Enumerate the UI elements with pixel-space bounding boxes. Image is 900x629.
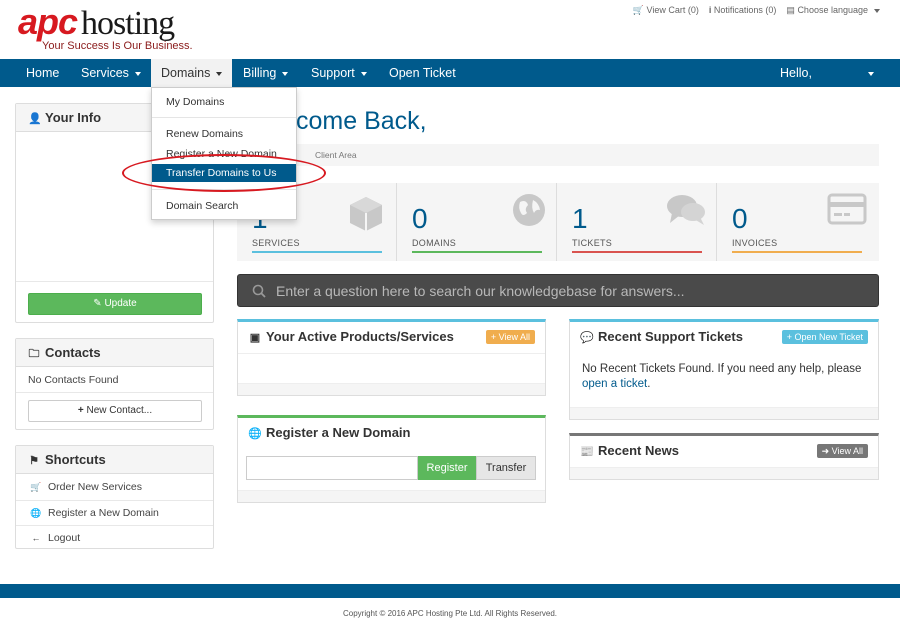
search-icon: [252, 284, 266, 298]
shortcuts-header: ⚑ Shortcuts: [16, 446, 213, 474]
logo[interactable]: apc hosting Your Success Is Our Business.: [18, 2, 218, 54]
tickets-label: TICKETS: [572, 238, 613, 248]
main-navbar: Home Services Domains Billing Support Op…: [0, 59, 900, 87]
invoices-count: 0: [732, 203, 748, 234]
chevron-down-icon: [360, 71, 367, 76]
newspaper-icon: 📰: [580, 446, 594, 458]
highlight-circle-annotation: [122, 154, 326, 192]
logo-tagline: Your Success Is Our Business.: [42, 40, 193, 52]
pencil-icon: ✎: [93, 298, 102, 309]
view-all-products-button[interactable]: + View All: [485, 330, 535, 344]
plus-icon: +: [77, 405, 84, 416]
top-links: 🛒 View Cart (0) i Notifications (0) ▤ Ch…: [633, 5, 880, 16]
breadcrumb: Client Area: [237, 144, 879, 166]
open-new-ticket-button[interactable]: + Open New Ticket: [781, 330, 868, 344]
footer-copyright: Copyright © 2016 APC Hosting Pte Ltd. Al…: [342, 609, 557, 618]
update-button[interactable]: ✎ Update: [28, 293, 202, 315]
cart-icon: 🛒: [632, 5, 644, 15]
new-contact-button[interactable]: + New Contact...: [28, 400, 202, 422]
globe-icon: 🌐: [248, 428, 262, 440]
menu-my-domains[interactable]: My Domains: [152, 93, 296, 111]
nav-home[interactable]: Home: [16, 59, 69, 87]
plus-icon: +: [786, 332, 792, 342]
page-title: come Back,: [296, 107, 427, 135]
nav-support[interactable]: Support: [301, 59, 377, 87]
shortcuts-panel: ⚑ Shortcuts 🛒 Order New Services 🌐 Register…: [15, 445, 214, 549]
cart-icon: 🛒: [30, 482, 42, 492]
domains-tile[interactable]: 0 DOMAINS: [397, 183, 557, 261]
logo-brand: apc: [18, 1, 78, 42]
recent-news-panel: 📰 Recent News ➜ View All: [569, 433, 879, 480]
nav-user-menu[interactable]: Hello,: [770, 59, 884, 87]
shortcut-logout[interactable]: ← Logout: [16, 525, 213, 550]
domain-input[interactable]: [246, 456, 418, 480]
stats-tiles: 1 SERVICES 0 DOMAINS 1 TICKETS 0 INVOIC: [237, 183, 879, 261]
language-icon: ▤: [786, 5, 795, 15]
notifications-link[interactable]: i Notifications (0): [709, 5, 777, 16]
arrow-left-icon: ←: [31, 533, 41, 543]
no-contacts-text: No Contacts Found: [28, 374, 119, 386]
support-tickets-header: 💬 Recent Support Tickets + Open New Ticke…: [570, 322, 878, 354]
comments-icon: 💬: [580, 332, 594, 344]
nav-domains[interactable]: Domains: [151, 59, 232, 87]
comments-icon: [667, 195, 705, 225]
recent-news-header: 📰 Recent News ➜ View All: [570, 436, 878, 468]
domains-bar: [412, 251, 542, 253]
register-domain-header: 🌐 Register a New Domain: [238, 418, 545, 450]
active-products-header: ▣ Your Active Products/Services + View Al…: [238, 322, 545, 354]
folder-icon: 🗀: [28, 348, 40, 360]
contacts-header: 🗀 Contacts: [16, 339, 213, 367]
choose-language-link[interactable]: ▤ Choose language: [786, 5, 880, 16]
shortcut-register-domain[interactable]: 🌐 Register a New Domain: [16, 500, 213, 525]
services-bar: [252, 251, 382, 253]
menu-domain-search[interactable]: Domain Search: [152, 197, 296, 215]
transfer-button[interactable]: Transfer: [476, 456, 536, 480]
cube-icon: [350, 197, 382, 231]
no-tickets-text: No Recent Tickets Found. If you need any…: [582, 363, 862, 390]
credit-card-icon: [827, 193, 867, 225]
contacts-panel: 🗀 Contacts No Contacts Found + New Contac…: [15, 338, 214, 430]
invoices-bar: [732, 251, 862, 253]
view-all-news-button[interactable]: ➜ View All: [816, 444, 868, 458]
breadcrumb-client-area: Client Area: [315, 150, 357, 160]
register-button[interactable]: Register: [418, 456, 476, 480]
shortcut-order-new-services[interactable]: 🛒 Order New Services: [16, 475, 213, 500]
open-ticket-link[interactable]: open a ticket: [582, 378, 647, 390]
invoices-tile[interactable]: 0 INVOICES: [717, 183, 877, 261]
view-cart-link[interactable]: 🛒 View Cart (0): [633, 5, 699, 16]
chevron-down-icon: [216, 71, 223, 76]
support-tickets-panel: 💬 Recent Support Tickets + Open New Ticke…: [569, 319, 879, 420]
nav-services[interactable]: Services: [71, 59, 151, 87]
globe-icon: [513, 194, 545, 226]
active-products-panel: ▣ Your Active Products/Services + View Al…: [237, 319, 546, 396]
knowledgebase-search-input[interactable]: [274, 279, 864, 303]
bookmark-icon: ⚑: [29, 455, 39, 467]
chevron-down-icon: [867, 71, 874, 76]
chevron-down-icon: [134, 71, 141, 76]
register-domain-panel: 🌐 Register a New Domain Register Transfer: [237, 415, 546, 503]
chevron-down-icon: [282, 71, 289, 76]
tickets-bar: [572, 251, 702, 253]
tickets-count: 1: [572, 203, 588, 234]
arrow-right-icon: ➜: [821, 446, 830, 456]
cube-icon: ▣: [249, 332, 261, 344]
domains-label: DOMAINS: [412, 238, 457, 248]
services-label: SERVICES: [252, 238, 300, 248]
domains-count: 0: [412, 203, 428, 234]
user-icon: 👤: [28, 113, 42, 125]
nav-billing[interactable]: Billing: [233, 59, 298, 87]
footer-bar: [0, 584, 900, 598]
info-icon: i: [708, 5, 712, 15]
nav-open-ticket[interactable]: Open Ticket: [379, 59, 466, 87]
plus-icon: +: [490, 332, 497, 342]
knowledgebase-search: [237, 274, 879, 307]
invoices-label: INVOICES: [732, 238, 778, 248]
menu-renew-domains[interactable]: Renew Domains: [152, 125, 296, 143]
logo-name: hosting: [81, 5, 175, 42]
tickets-tile[interactable]: 1 TICKETS: [557, 183, 717, 261]
menu-divider: [152, 117, 296, 118]
chevron-down-icon: [874, 8, 880, 13]
globe-icon: 🌐: [30, 508, 42, 518]
